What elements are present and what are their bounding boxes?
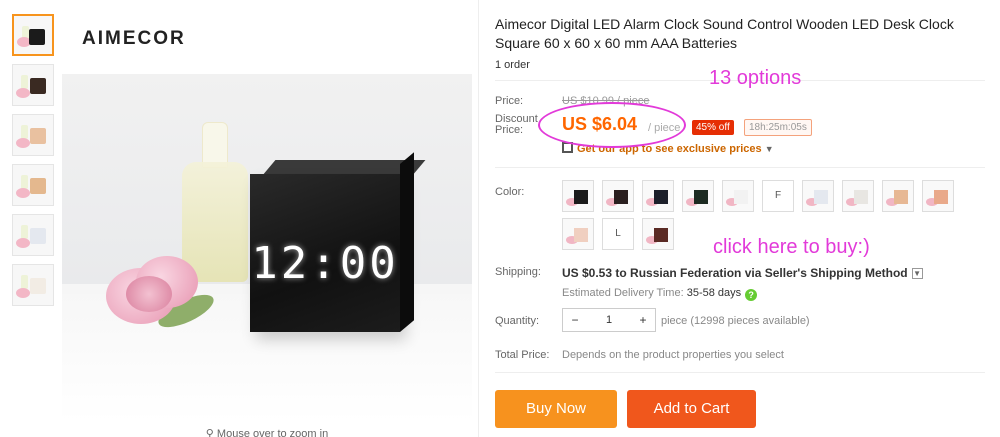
help-icon[interactable]: ? <box>745 289 758 301</box>
annotation-options: 13 options <box>709 67 802 89</box>
order-count[interactable]: 1 order <box>495 59 530 71</box>
chevron-down-icon[interactable]: ▼ <box>911 268 923 279</box>
shipping-label: Shipping: <box>495 266 541 278</box>
thumbnail-1[interactable] <box>12 14 54 56</box>
color-option-10[interactable] <box>922 180 954 212</box>
divider <box>495 372 985 373</box>
color-option-7[interactable] <box>802 180 834 212</box>
stock-note: piece (12998 pieces available) <box>661 315 810 327</box>
add-to-cart-button[interactable]: Add to Cart <box>627 390 756 428</box>
annotation-click-here: click here to buy:) <box>713 236 870 258</box>
delivery-estimate: Estimated Delivery Time: 35-58 days? <box>562 287 758 301</box>
thumbnail-4[interactable] <box>12 164 54 206</box>
color-option-11[interactable] <box>562 218 594 250</box>
color-option-13[interactable] <box>642 218 674 250</box>
color-option-3[interactable] <box>642 180 674 212</box>
thumbnail-5[interactable] <box>12 214 54 256</box>
color-option-l[interactable]: L <box>602 218 634 250</box>
color-option-4[interactable] <box>682 180 714 212</box>
color-option-2[interactable] <box>602 180 634 212</box>
price-label: Price: <box>495 95 524 107</box>
divider <box>495 167 985 168</box>
thumbnail-6[interactable] <box>12 264 54 306</box>
quantity-decrease-button[interactable]: − <box>563 309 587 331</box>
magnifier-icon: ⚲ <box>205 428 214 437</box>
column-divider <box>478 0 479 437</box>
caret-down-icon: ▼ <box>764 144 774 154</box>
product-image[interactable]: AIMECOR 12:00 <box>62 14 472 422</box>
color-option-8[interactable] <box>842 180 874 212</box>
color-label: Color: <box>495 186 525 198</box>
discount-badge: 45% off <box>692 120 734 135</box>
quantity-increase-button[interactable]: + <box>631 309 655 331</box>
total-price-note: Depends on the product properties you se… <box>562 349 784 361</box>
color-option-5[interactable] <box>722 180 754 212</box>
thumbnail-3[interactable] <box>12 114 54 156</box>
clock-side-face <box>400 152 414 332</box>
color-option-9[interactable] <box>882 180 914 212</box>
product-title: Aimecor Digital LED Alarm Clock Sound Co… <box>495 16 954 51</box>
zoom-hint: ⚲ Mouse over to zoom in <box>62 427 472 437</box>
countdown-timer: 18h:25m:05s <box>744 119 812 136</box>
quantity-label: Quantity: <box>495 315 540 327</box>
flower-graphic <box>100 246 220 342</box>
thumbnail-list <box>12 14 56 314</box>
quantity-stepper: − 1 + <box>562 308 656 332</box>
total-price-label: Total Price: <box>495 349 550 361</box>
price-highlight-circle <box>538 102 686 148</box>
color-option-1[interactable] <box>562 180 594 212</box>
brand-logo: AIMECOR <box>82 28 186 49</box>
quantity-input[interactable]: 1 <box>587 309 631 331</box>
buy-now-button[interactable]: Buy Now <box>495 390 617 428</box>
clock-display: 12:00 <box>251 238 399 289</box>
thumbnail-2[interactable] <box>12 64 54 106</box>
shipping-method[interactable]: US $0.53 to Russian Federation via Selle… <box>562 266 923 280</box>
color-option-f[interactable]: F <box>762 180 794 212</box>
